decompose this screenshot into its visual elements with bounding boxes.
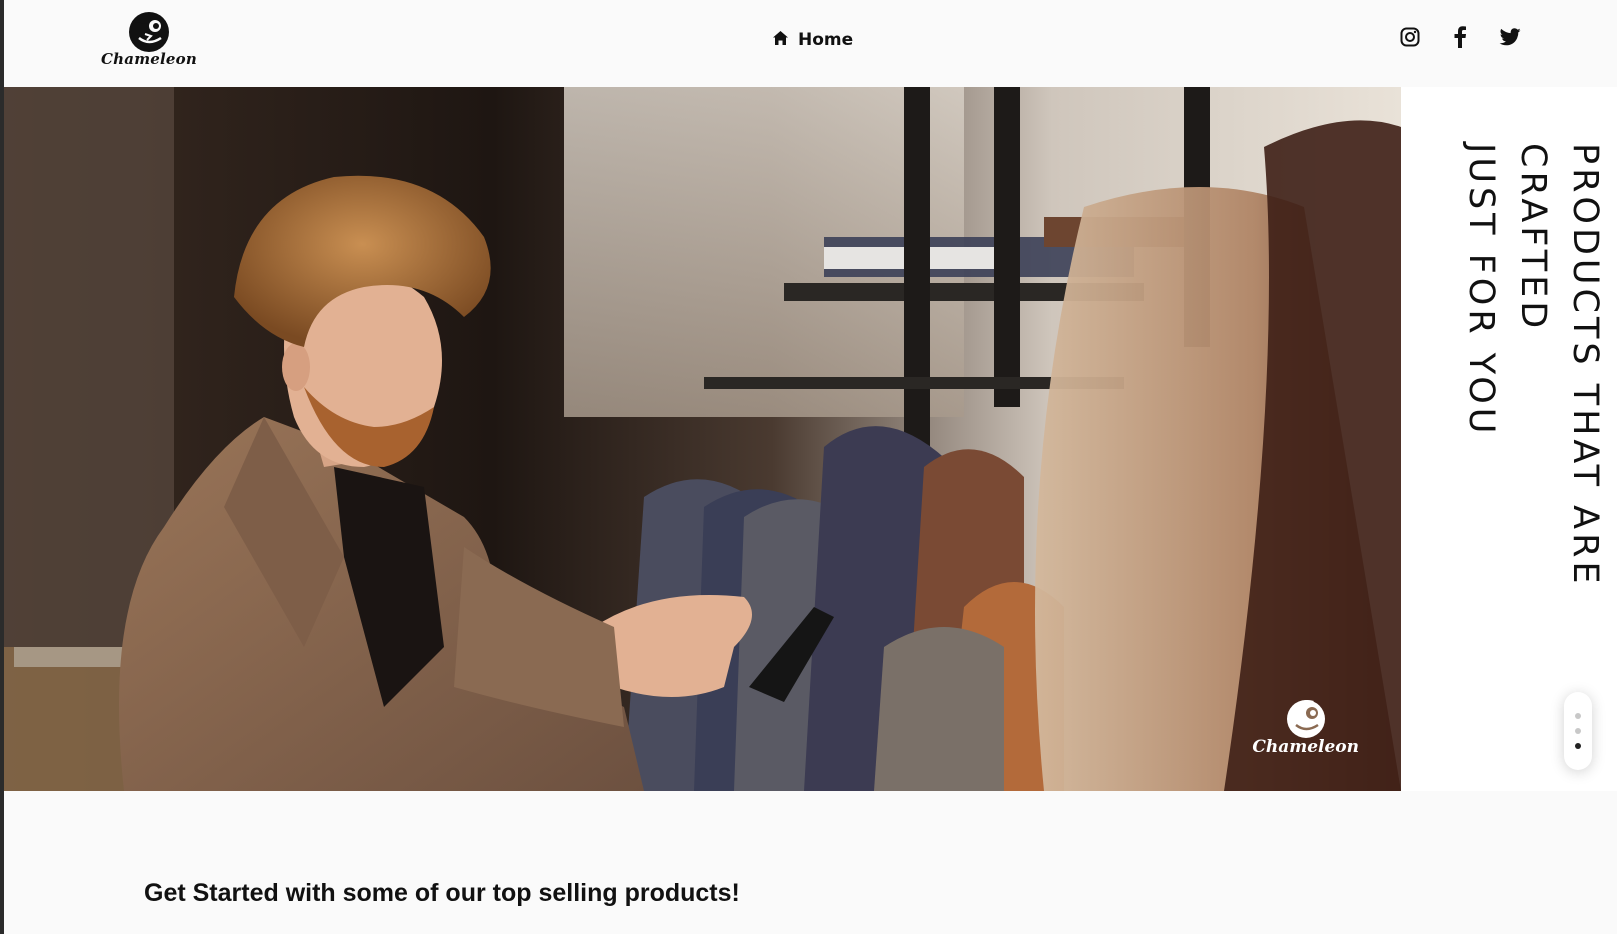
- hero-side-panel: PRODUCTS THAT ARE CRAFTED JUST FOR YOU: [1401, 87, 1617, 791]
- chameleon-watermark-icon: [1286, 700, 1325, 738]
- site-header: Chameleon Home: [4, 0, 1617, 87]
- slider-dot-2[interactable]: [1575, 728, 1581, 734]
- home-icon: [772, 30, 789, 50]
- logo-text: Chameleon: [101, 50, 197, 68]
- instagram-icon[interactable]: [1399, 26, 1421, 48]
- man-shopping-illustration: [4, 87, 1401, 791]
- hero-watermark-text: Chameleon: [1252, 737, 1359, 757]
- brand-logo[interactable]: Chameleon: [101, 8, 197, 72]
- facebook-icon[interactable]: [1449, 26, 1471, 48]
- slider-dot-1[interactable]: [1575, 713, 1581, 719]
- hero-banner-image: Chameleon: [4, 87, 1401, 791]
- nav-home-link[interactable]: Home: [772, 30, 853, 50]
- twitter-icon[interactable]: [1499, 26, 1521, 48]
- nav-home-label: Home: [798, 30, 854, 50]
- hero-watermark-logo: Chameleon: [1252, 695, 1359, 757]
- page: Chameleon Home Chameleon PRODUCTS THAT A…: [0, 0, 1617, 934]
- section-title: Get Started with some of our top selling…: [144, 879, 740, 907]
- hero-tagline: PRODUCTS THAT ARE CRAFTED JUST FOR YOU: [1461, 143, 1605, 588]
- slider-dot-3[interactable]: [1575, 743, 1581, 749]
- social-links: [1399, 26, 1521, 48]
- chameleon-logo-icon: [129, 12, 169, 52]
- slider-pagination: [1564, 692, 1592, 770]
- top-products-section: Get Started with some of our top selling…: [4, 791, 1617, 934]
